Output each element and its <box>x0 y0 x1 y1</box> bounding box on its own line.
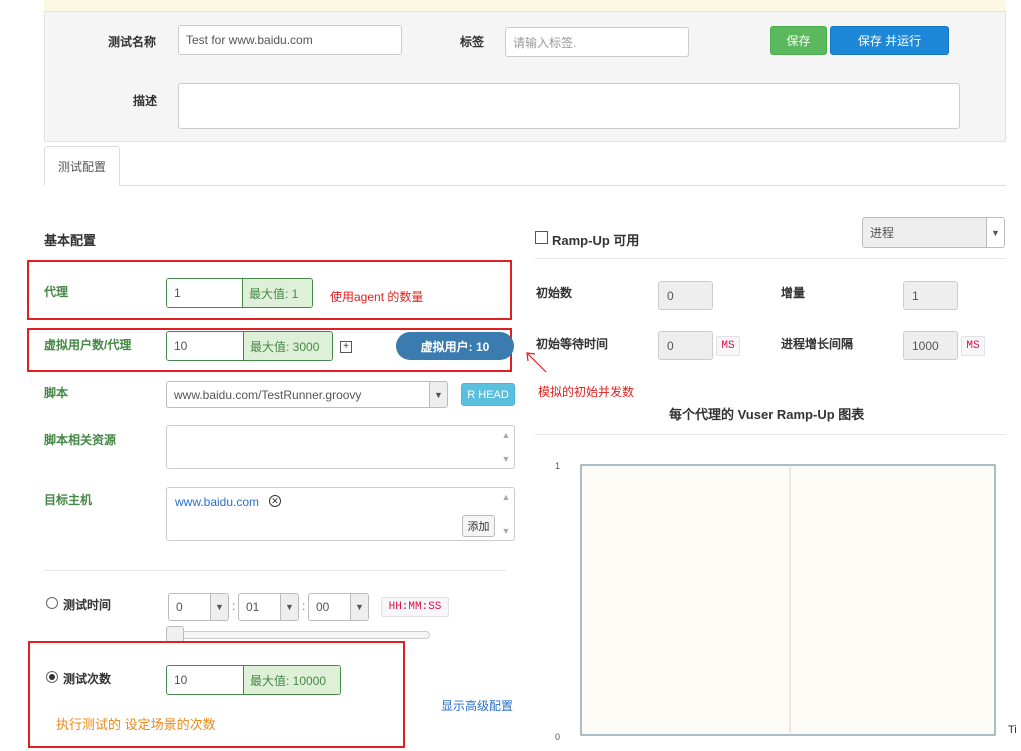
chevron-down-icon: ▼ <box>986 218 1004 247</box>
basic-config-title: 基本配置 <box>44 233 97 248</box>
chart-title: 每个代理的 Vuser Ramp-Up 图表 <box>669 407 865 422</box>
vuser-total-badge: 虚拟用户: 10 <box>396 332 514 360</box>
test-name-value: Test for www.baidu.com <box>186 33 313 47</box>
count-label: 测试次数 <box>63 672 112 686</box>
target-host-scrollbar[interactable]: ▲ ▼ <box>498 488 514 540</box>
duration-seconds-value: 00 <box>316 600 330 614</box>
initial-count-label: 初始数 <box>536 286 573 300</box>
duration-label: 测试时间 <box>63 598 112 612</box>
duration-format-hint: HH:MM:SS <box>381 597 449 617</box>
test-name-label: 测试名称 <box>108 35 157 49</box>
script-select[interactable]: www.baidu.com/TestRunner.groovy ▼ <box>166 381 448 408</box>
duration-hours-select[interactable]: 0 ▼ <box>168 593 229 621</box>
resources-textarea[interactable]: ▲ ▼ <box>166 425 515 469</box>
initial-wait-unit: MS <box>716 336 740 356</box>
initial-wait-label: 初始等待时间 <box>536 337 609 351</box>
rampup-mode-select[interactable]: 进程 ▼ <box>862 217 1005 248</box>
target-host-label: 目标主机 <box>44 493 93 507</box>
count-radio[interactable] <box>46 671 58 683</box>
duration-minutes-value: 01 <box>246 600 260 614</box>
agent-max: 最大值: 1 <box>242 279 312 307</box>
target-host-value[interactable]: www.baidu.com <box>175 495 259 509</box>
add-host-button[interactable]: 添加 <box>462 515 495 537</box>
vuser-input[interactable]: 10 <box>167 332 243 360</box>
y-tick-max: 1 <box>555 461 560 471</box>
time-separator: : <box>302 599 306 613</box>
resources-label: 脚本相关资源 <box>44 433 117 447</box>
save-and-run-button[interactable]: 保存 并运行 <box>830 26 949 55</box>
count-note: 执行测试的 设定场景的次数 <box>56 717 216 732</box>
expand-icon[interactable]: + <box>340 341 352 353</box>
chevron-down-icon: ▼ <box>210 594 228 620</box>
chevron-down-icon: ▼ <box>350 594 368 620</box>
edge-text: Ti <box>1008 724 1017 736</box>
chevron-down-icon: ▼ <box>429 382 447 407</box>
interval-label: 进程增长间隔 <box>781 337 854 351</box>
count-input[interactable]: 10 <box>167 666 243 694</box>
tag-input[interactable]: 请输入标签. <box>505 27 689 57</box>
script-label: 脚本 <box>44 386 69 400</box>
resources-scrollbar[interactable]: ▲ ▼ <box>498 426 514 468</box>
target-host-box[interactable]: www.baidu.com ✕ 添加 ▲ ▼ <box>166 487 515 541</box>
rampup-divider <box>535 258 1006 259</box>
vuser-max: 最大值: 3000 <box>243 332 332 360</box>
advanced-config-link[interactable]: 显示高级配置 <box>441 697 513 714</box>
increment-input[interactable]: 1 <box>903 281 958 310</box>
agent-note: 使用agent 的数量 <box>330 290 424 304</box>
vuser-input-group[interactable]: 10 最大值: 3000 <box>166 331 333 361</box>
duration-radio[interactable] <box>46 597 58 609</box>
count-input-group[interactable]: 10 最大值: 10000 <box>166 665 341 695</box>
y-tick-min: 0 <box>555 732 560 742</box>
rampup-mode-value: 进程 <box>870 226 895 240</box>
agent-input[interactable]: 1 <box>167 279 242 307</box>
interval-input[interactable]: 1000 <box>903 331 958 360</box>
time-separator: : <box>232 599 236 613</box>
chart-divider <box>535 434 1006 435</box>
rampup-enable-label: Ramp-Up 可用 <box>552 233 640 248</box>
interval-unit: MS <box>961 336 985 356</box>
tab-divider <box>120 185 1006 186</box>
initial-count-input[interactable]: 0 <box>658 281 713 310</box>
vuser-note: 模拟的初始并发数 <box>538 385 635 399</box>
test-name-input[interactable]: Test for www.baidu.com <box>178 25 402 55</box>
section-divider <box>44 570 506 571</box>
annotation-arrow-icon <box>526 352 547 373</box>
rampup-chart: 1 0 <box>555 461 996 742</box>
remove-icon[interactable]: ✕ <box>269 495 281 507</box>
tag-placeholder: 请输入标签. <box>513 35 577 50</box>
duration-slider-track[interactable] <box>172 631 430 639</box>
duration-seconds-select[interactable]: 00 ▼ <box>308 593 369 621</box>
vuser-label: 虚拟用户数/代理 <box>44 338 132 352</box>
chart-plot-area <box>580 464 996 736</box>
r-head-button[interactable]: R HEAD <box>461 383 515 406</box>
chevron-down-icon: ▼ <box>280 594 298 620</box>
description-input[interactable] <box>178 83 960 129</box>
save-button[interactable]: 保存 <box>770 26 827 55</box>
rampup-checkbox[interactable] <box>535 231 548 244</box>
agent-input-group[interactable]: 1 最大值: 1 <box>166 278 313 308</box>
agent-label: 代理 <box>44 285 69 299</box>
description-label: 描述 <box>133 94 158 108</box>
tab-test-config[interactable]: 测试配置 <box>44 146 120 186</box>
script-select-value: www.baidu.com/TestRunner.groovy <box>174 387 362 402</box>
duration-hours-value: 0 <box>176 600 183 614</box>
count-max: 最大值: 10000 <box>243 666 340 694</box>
duration-minutes-select[interactable]: 01 ▼ <box>238 593 299 621</box>
notice-strip <box>44 0 1006 12</box>
tag-label: 标签 <box>460 35 485 49</box>
increment-label: 增量 <box>781 286 806 300</box>
initial-wait-input[interactable]: 0 <box>658 331 713 360</box>
